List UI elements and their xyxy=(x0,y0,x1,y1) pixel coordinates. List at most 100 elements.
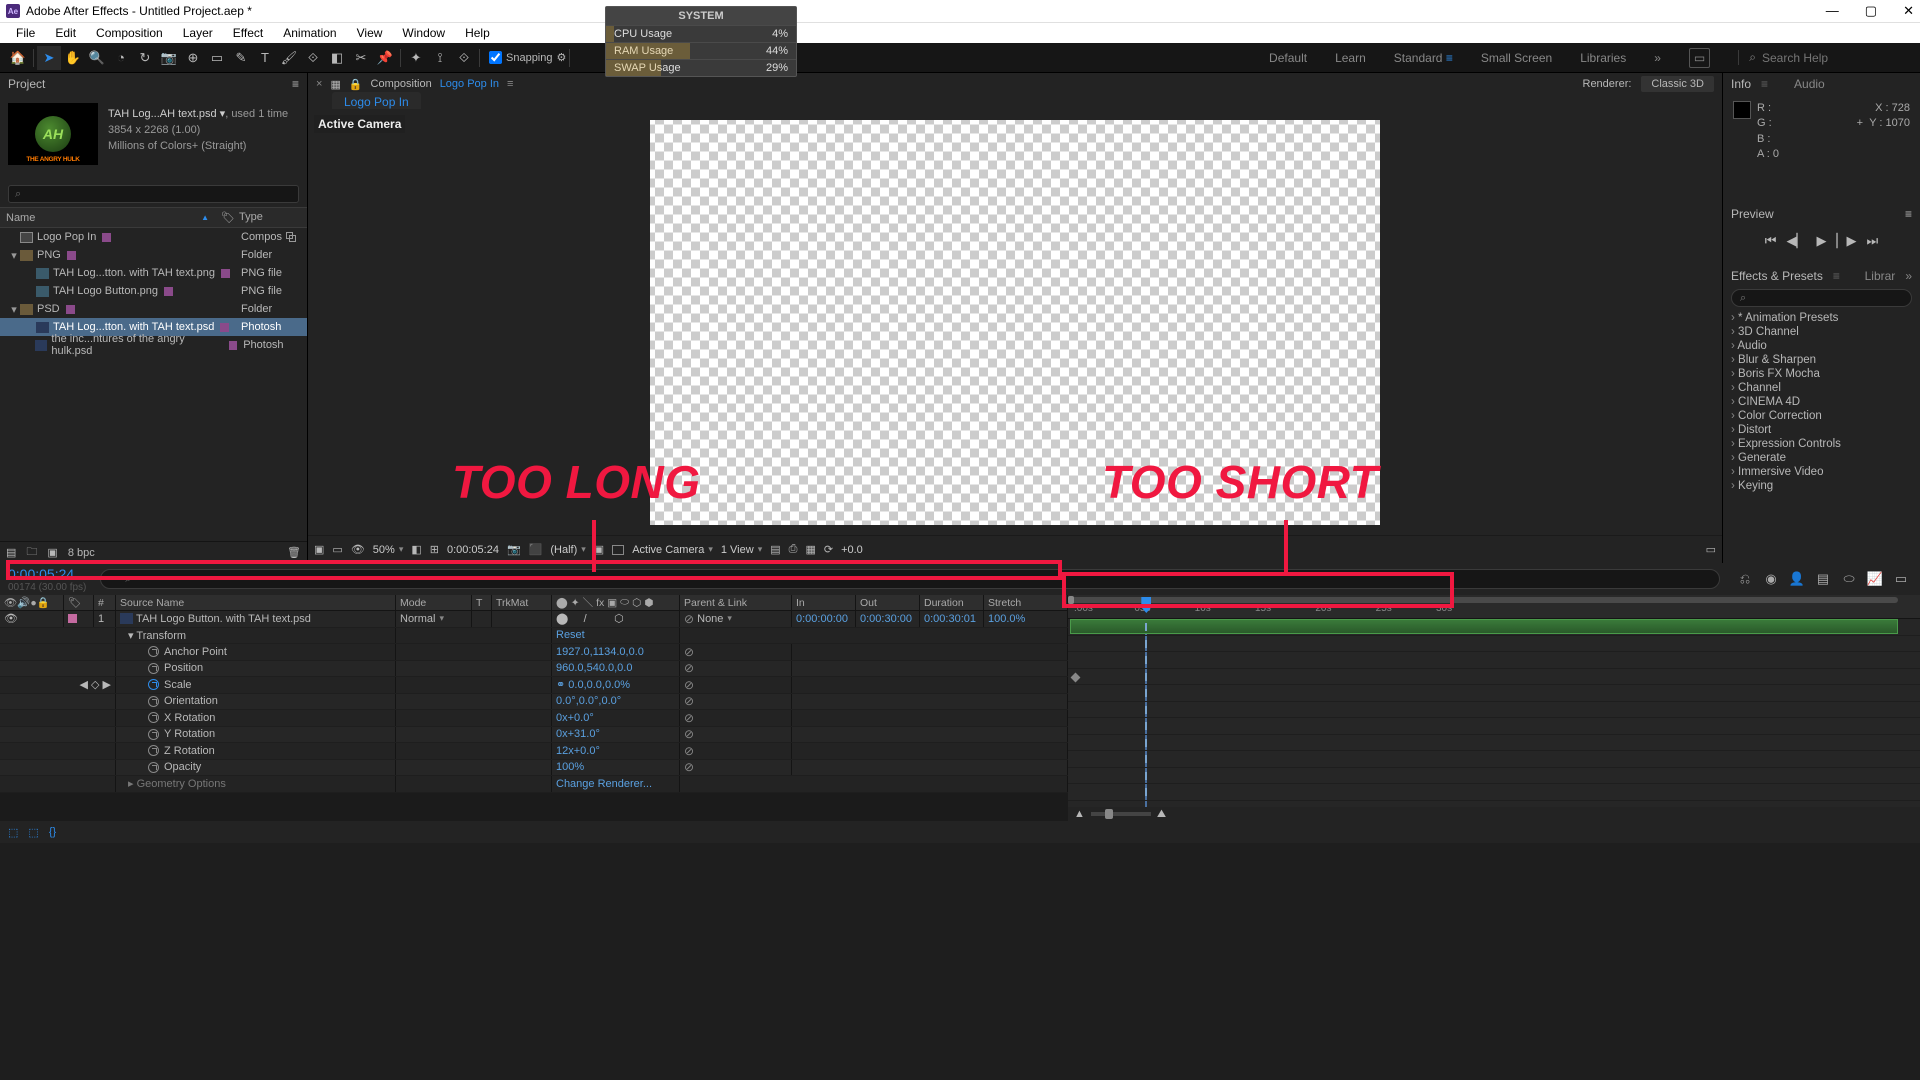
menu-layer[interactable]: Layer xyxy=(173,26,223,40)
toggle-in-out-icon[interactable]: {} xyxy=(49,826,56,838)
project-search-input[interactable] xyxy=(8,185,299,203)
timeline-row[interactable]: Anchor Point 1927.0,1134.0,0.0 ⊘ xyxy=(0,644,1068,661)
effects-presets-tab[interactable]: Effects & Presets xyxy=(1731,269,1823,283)
effect-category[interactable]: Audio xyxy=(1723,339,1920,353)
workspace-libraries[interactable]: Libraries xyxy=(1580,51,1626,65)
effect-category[interactable]: Distort xyxy=(1723,423,1920,437)
track-row[interactable] xyxy=(1068,636,1920,653)
effect-category[interactable]: Keying xyxy=(1723,479,1920,493)
project-item[interactable]: ▾ PSD Folder xyxy=(0,300,307,318)
first-frame-button[interactable]: ⏮ xyxy=(1765,233,1777,249)
minimize-button[interactable]: — xyxy=(1826,3,1839,19)
draft-3d-icon[interactable]: ▭ xyxy=(332,543,342,556)
audio-toggle-icon[interactable]: 🔊 xyxy=(17,596,30,609)
effect-category[interactable]: Color Correction xyxy=(1723,409,1920,423)
home-button[interactable]: 🏠 xyxy=(6,46,30,70)
effect-category[interactable]: * Animation Presets xyxy=(1723,311,1920,325)
sort-indicator-icon[interactable]: ▲ xyxy=(201,213,209,222)
effect-category[interactable]: Boris FX Mocha xyxy=(1723,367,1920,381)
zoom-out-icon[interactable]: ▲ xyxy=(1074,808,1085,820)
draft-3d-icon[interactable]: ◉ xyxy=(1760,568,1782,590)
bpc-button[interactable]: 8 bpc xyxy=(68,547,95,559)
col-num[interactable]: # xyxy=(94,595,116,610)
timeline-row[interactable]: X Rotation 0x+0.0° ⊘ xyxy=(0,710,1068,727)
renderer-dropdown[interactable]: Classic 3D xyxy=(1641,76,1714,92)
workspace-settings-icon[interactable]: ▭ xyxy=(1689,48,1710,68)
audio-tab[interactable]: Audio xyxy=(1794,77,1825,91)
info-tab[interactable]: Info xyxy=(1731,77,1751,91)
col-trkmat[interactable]: TrkMat xyxy=(492,595,552,610)
label-col-icon[interactable]: 🏷 xyxy=(68,596,81,609)
panel-menu-icon[interactable]: ≡ xyxy=(292,77,299,91)
timeline-tracks[interactable] xyxy=(1068,619,1920,807)
snapping-checkbox[interactable] xyxy=(489,51,502,64)
menu-help[interactable]: Help xyxy=(455,26,500,40)
keyframe-diamond[interactable] xyxy=(1071,672,1081,682)
menu-edit[interactable]: Edit xyxy=(45,26,86,40)
timeline-current-time[interactable]: 0:00:05:24 xyxy=(8,566,86,582)
comp-mini-flowchart-icon[interactable]: ⎌ xyxy=(1734,568,1756,590)
pixel-aspect-icon[interactable] xyxy=(612,545,624,555)
menu-window[interactable]: Window xyxy=(392,26,455,40)
track-row[interactable] xyxy=(1068,751,1920,768)
lock-icon[interactable]: 🔒 xyxy=(349,78,363,91)
track-row[interactable] xyxy=(1068,784,1920,801)
timeline-row[interactable]: Z Rotation 12x+0.0° ⊘ xyxy=(0,743,1068,760)
project-item[interactable]: Logo Pop In Compos xyxy=(0,228,307,246)
track-row[interactable] xyxy=(1068,652,1920,669)
interpret-footage-icon[interactable]: ▤ xyxy=(6,546,16,559)
workspace-default[interactable]: Default xyxy=(1269,51,1307,65)
world-axis-tool[interactable]: ⟟ xyxy=(428,46,452,70)
timeline-layer-rows[interactable]: 👁 1 TAH Logo Button. with TAH text.psd N… xyxy=(0,611,1068,821)
ruler-mark[interactable]: 20s xyxy=(1315,603,1331,614)
track-row[interactable] xyxy=(1068,735,1920,752)
clone-tool[interactable]: ⟐ xyxy=(301,46,325,70)
workspace-learn[interactable]: Learn xyxy=(1335,51,1366,65)
project-item[interactable]: the inc...ntures of the angry hulk.psd P… xyxy=(0,336,307,354)
puppet-tool[interactable]: 📌 xyxy=(373,46,397,70)
project-item[interactable]: TAH Logo Button.png PNG file xyxy=(0,282,307,300)
label-tag-icon[interactable]: 🏷 xyxy=(217,211,239,224)
col-source[interactable]: Source Name xyxy=(116,595,396,610)
timeline-row[interactable]: 👁 1 TAH Logo Button. with TAH text.psd N… xyxy=(0,611,1068,628)
timeline-row[interactable]: ▾ Transform Reset xyxy=(0,628,1068,645)
workspace-overflow-icon[interactable]: » xyxy=(1654,51,1661,65)
roto-tool[interactable]: ✂ xyxy=(349,46,373,70)
effects-search-input[interactable] xyxy=(1731,289,1912,307)
play-button[interactable]: ▶ xyxy=(1817,233,1827,249)
orbit-tool[interactable]: ◔ xyxy=(109,46,133,70)
grid-icon[interactable]: ⊞ xyxy=(430,543,439,556)
search-help-input[interactable] xyxy=(1762,51,1902,65)
preview-tab[interactable]: Preview xyxy=(1731,207,1774,221)
ruler-mark[interactable]: 10s xyxy=(1195,603,1211,614)
menu-composition[interactable]: Composition xyxy=(86,26,173,40)
timeline-row[interactable]: Orientation 0.0°,0.0°,0.0° ⊘ xyxy=(0,694,1068,711)
next-frame-button[interactable]: ▏▶ xyxy=(1837,233,1857,249)
project-panel-title[interactable]: Project xyxy=(8,77,45,91)
col-mode[interactable]: Mode xyxy=(396,595,472,610)
views-dropdown[interactable]: 1 View xyxy=(721,544,762,556)
track-row[interactable] xyxy=(1068,702,1920,719)
selected-item-name[interactable]: TAH Log...AH text.psd ▾ xyxy=(108,108,225,120)
col-out[interactable]: Out xyxy=(856,595,920,610)
camera-dropdown[interactable]: Active Camera xyxy=(632,544,713,556)
timeline-row[interactable]: ◀ ◇ ▶ Scale ⚭ 0.0,0.0,0.0% ⊘ xyxy=(0,677,1068,694)
effect-category[interactable]: CINEMA 4D xyxy=(1723,395,1920,409)
workspace-standard[interactable]: Standard ≡ xyxy=(1394,51,1453,65)
close-panel-icon[interactable]: × xyxy=(316,78,322,90)
close-button[interactable]: ✕ xyxy=(1903,3,1914,19)
zoom-tool[interactable]: 🔍 xyxy=(85,46,109,70)
ruler-mark[interactable]: 25s xyxy=(1376,603,1392,614)
ruler-mark[interactable]: :00s xyxy=(1074,603,1093,614)
roi-icon[interactable]: ◧ xyxy=(411,543,421,556)
timeline-row[interactable]: ▸ Geometry Options Change Renderer... xyxy=(0,776,1068,793)
brush-tool[interactable]: 🖌 xyxy=(277,46,301,70)
always-preview-icon[interactable]: ▣ xyxy=(314,543,324,556)
switch-shy-icon[interactable]: ⬤ xyxy=(556,597,568,609)
timeline-icon[interactable]: ⎙ xyxy=(789,543,798,556)
timeline-search-input[interactable] xyxy=(100,569,1720,589)
snapping-toggle[interactable]: Snapping ⚙ xyxy=(489,51,566,64)
timeline-row[interactable]: Opacity 100% ⊘ xyxy=(0,760,1068,777)
panel-menu-icon[interactable]: ≡ xyxy=(1905,207,1912,221)
system-monitor-overlay[interactable]: SYSTEM CPU Usage4%RAM Usage44%SWAP Usage… xyxy=(605,6,797,77)
